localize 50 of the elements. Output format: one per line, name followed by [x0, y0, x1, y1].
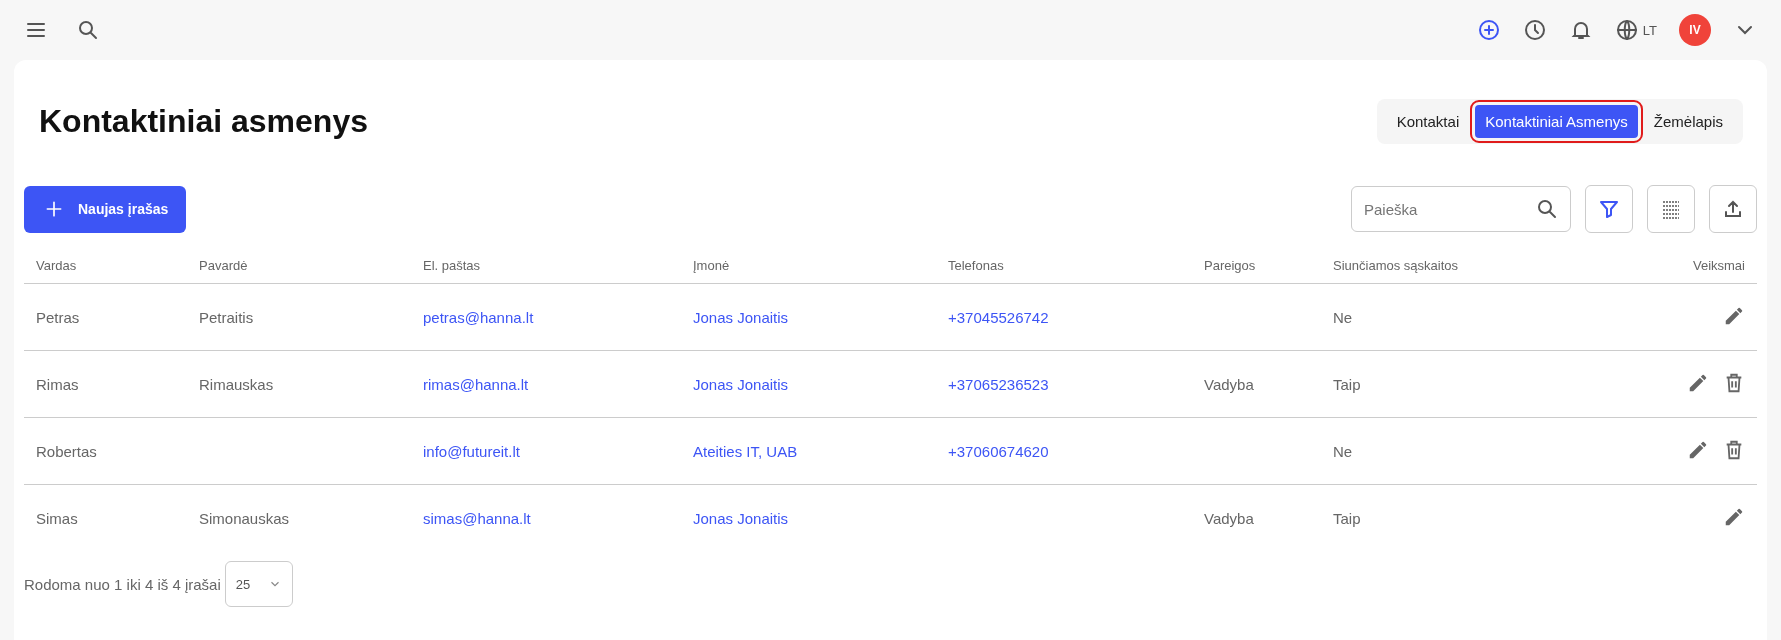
column-header: Vardas	[24, 255, 187, 284]
table-cell: Simas	[36, 509, 78, 527]
table-cell: Taip	[1333, 375, 1361, 393]
table-cell: Robertas	[36, 442, 97, 460]
table-cell: Ne	[1333, 308, 1353, 326]
columns-button[interactable]	[1647, 185, 1695, 233]
column-header: Veiksmai	[1621, 255, 1757, 284]
page-title: Kontaktiniai asmenys	[39, 102, 368, 140]
user-avatar[interactable]: IV	[1679, 14, 1711, 46]
table-cell: Rimas	[36, 375, 79, 393]
plus-icon	[44, 199, 64, 219]
table-cell: Vadyba	[1204, 509, 1254, 527]
table-link[interactable]: Jonas Jonaitis	[693, 509, 789, 527]
pagination-summary: Rodoma nuo 1 iki 4 iš 4 įrašai	[24, 575, 221, 593]
column-header: Telefonas	[936, 255, 1192, 284]
column-header: Pareigos	[1192, 255, 1321, 284]
table-cell: Taip	[1333, 509, 1361, 527]
language-label[interactable]: LT	[1642, 22, 1657, 38]
table-link[interactable]: rimas@hanna.lt	[423, 375, 529, 393]
search-field[interactable]: Paieška	[1351, 186, 1571, 232]
table-cell: Simonauskas	[199, 509, 290, 527]
table-link[interactable]: Jonas Jonaitis	[693, 375, 789, 393]
plus-circle-icon[interactable]	[1476, 18, 1501, 42]
table-cell: Vadyba	[1204, 375, 1254, 393]
new-entry-button[interactable]: Naujas įrašas	[24, 185, 187, 233]
table-cell: Ne	[1333, 442, 1353, 460]
clock-icon[interactable]	[1522, 18, 1547, 42]
column-header: El. paštas	[411, 255, 681, 284]
filter-button[interactable]	[1585, 185, 1633, 233]
table-link[interactable]: simas@hanna.lt	[423, 509, 531, 527]
table-link[interactable]: info@futureit.lt	[423, 442, 520, 460]
table-cell: Petras	[36, 308, 80, 326]
table-link[interactable]: petras@hanna.lt	[423, 308, 534, 326]
table-cell: Petraitis	[199, 308, 254, 326]
view-tab[interactable]: Žemėlapis	[1643, 104, 1733, 138]
export-button[interactable]	[1709, 185, 1757, 233]
view-tab[interactable]: Kontaktai	[1386, 104, 1470, 138]
column-header: Įmonė	[681, 255, 936, 284]
search-icon[interactable]	[1535, 197, 1559, 221]
table-link[interactable]: +37065236523	[948, 375, 1049, 393]
table-link[interactable]: +37060674620	[948, 442, 1049, 460]
search-icon[interactable]	[76, 18, 100, 42]
table-link[interactable]: Jonas Jonaitis	[693, 308, 789, 326]
table-link[interactable]: Ateities IT, UAB	[693, 442, 798, 460]
column-header: Pavardė	[187, 255, 411, 284]
page-size-select[interactable]: 25	[224, 561, 294, 607]
column-header: Siunčiamos sąskaitos	[1321, 255, 1621, 284]
table-link[interactable]: +37045526742	[948, 308, 1049, 326]
globe-icon[interactable]	[1614, 18, 1639, 42]
table-cell: Rimauskas	[199, 375, 274, 393]
